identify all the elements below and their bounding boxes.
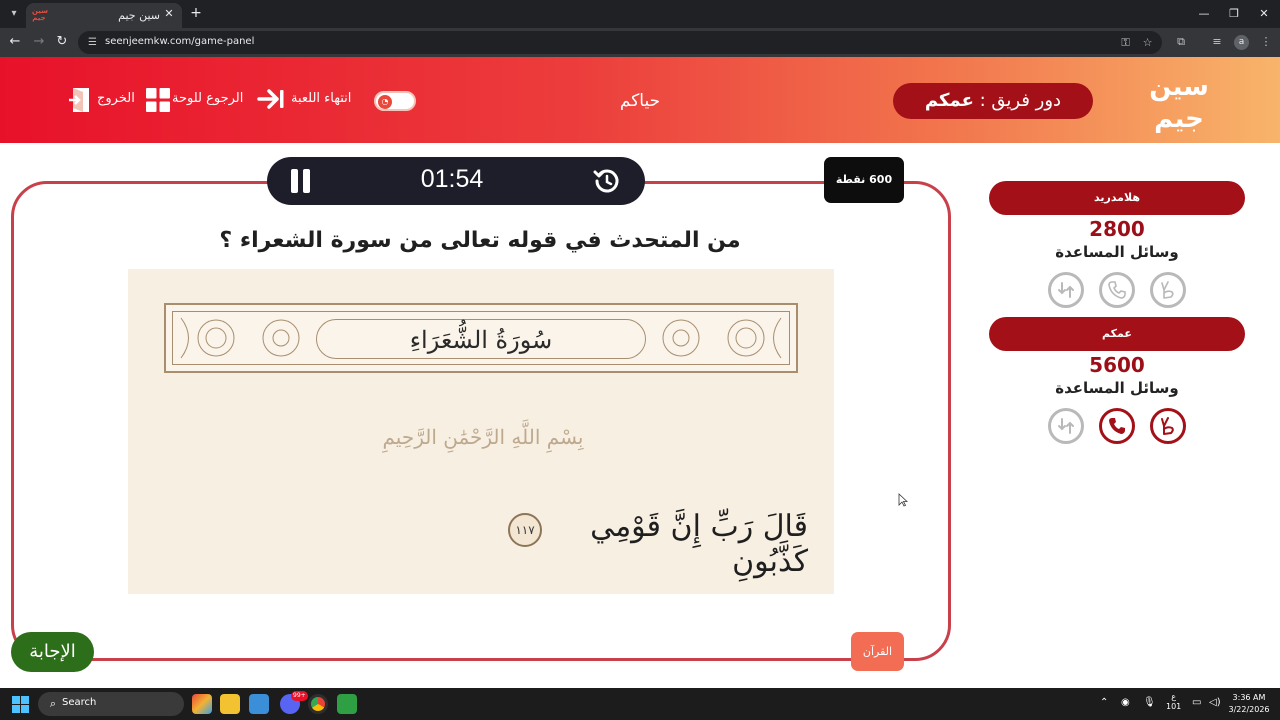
site-info-icon[interactable]: ☰ <box>86 36 99 49</box>
window-close-icon[interactable]: ✕ <box>1254 5 1274 23</box>
tab-search-icon[interactable]: ▾ <box>6 6 22 22</box>
end-game-toggle[interactable]: ◔ <box>374 91 416 111</box>
discord-badge: 99+ <box>291 691 308 701</box>
terminal-app-icon[interactable] <box>337 694 357 714</box>
help-tools-label: وسائل المساعدة <box>1055 243 1179 261</box>
exit-door-icon[interactable] <box>69 87 93 113</box>
two-fingers-icon[interactable] <box>1150 272 1186 308</box>
question-points-badge: 600 نقطة <box>824 157 904 203</box>
password-key-icon[interactable]: ⚿ <box>1118 35 1133 50</box>
phone-friend-icon[interactable] <box>1099 272 1135 308</box>
weather-widget[interactable]: ع 101 <box>1166 692 1181 712</box>
search-placeholder: Search <box>62 697 97 708</box>
team-score[interactable]: 2800 <box>989 217 1245 241</box>
browser-toolbar: ← → ↻ ☰ seenjeemkw.com/game-panel ⚿ ☆ ⧉ … <box>0 28 1280 57</box>
ornament-right-icon <box>662 317 782 359</box>
surah-banner: سُورَةُ الشُّعَرَاءِ <box>164 303 798 373</box>
back-icon[interactable]: ← <box>6 33 24 51</box>
team-name-pill: عمكم <box>989 317 1245 351</box>
browser-tab[interactable]: سين جيم سين جيم ✕ <box>26 3 182 28</box>
mouse-cursor-icon <box>898 493 908 507</box>
restore-icon[interactable]: ❐ <box>1224 5 1244 23</box>
help-tools-label: وسائل المساعدة <box>1055 379 1179 397</box>
weather-value: 101 <box>1166 702 1182 711</box>
extensions-icon[interactable]: ⧉ <box>1173 34 1189 50</box>
arrow-to-line-icon[interactable] <box>257 88 285 110</box>
back-to-board-label[interactable]: الرجوع للوحة <box>172 86 243 112</box>
category-tag: القرآن <box>851 632 904 671</box>
two-fingers-icon[interactable] <box>1150 408 1186 444</box>
seenjeem-favicon-icon: سين جيم <box>32 7 49 22</box>
microsoft-store-icon[interactable] <box>249 694 269 714</box>
volume-icon[interactable]: ◁) <box>1209 697 1221 708</box>
end-game-label[interactable]: انتهاء اللعبة <box>291 86 351 112</box>
tab-title: سين جيم <box>118 9 160 22</box>
question-text: من المتحدث في قوله تعالى من سورة الشعراء… <box>219 228 741 253</box>
grid-board-icon[interactable] <box>146 88 170 112</box>
swap-question-icon[interactable] <box>1048 272 1084 308</box>
reset-timer-icon[interactable] <box>593 167 621 195</box>
clock-time: 3:36 AM <box>1232 693 1266 702</box>
phone-friend-icon[interactable] <box>1099 408 1135 444</box>
timer-bar: 01:54 <box>267 157 645 205</box>
swap-question-icon[interactable] <box>1048 408 1084 444</box>
basmala-text: بِسْمِ اللَّهِ الرَّحْمَٰنِ الرَّحِيمِ <box>382 425 584 449</box>
minimize-icon[interactable]: — <box>1194 5 1214 23</box>
team-score[interactable]: 5600 <box>989 353 1245 377</box>
svg-text:جيم: جيم <box>1154 104 1204 133</box>
tray-sync-icon[interactable]: ◉ <box>1121 697 1130 708</box>
browser-tabbar: ▾ سين جيم سين جيم ✕ + — ❐ ✕ <box>0 0 1280 28</box>
taskbar-search[interactable]: ⌕ Search <box>38 692 184 716</box>
new-tab-icon[interactable]: + <box>188 5 204 21</box>
microphone-icon[interactable]: 🎙 <box>1143 697 1156 708</box>
svg-text:سين: سين <box>1149 72 1209 102</box>
pause-icon[interactable] <box>291 169 311 193</box>
verse-text: قَالَ رَبِّ إِنَّ قَوْمِي كَذَّبُونِ <box>590 509 808 579</box>
surah-name: سُورَةُ الشُّعَرَاءِ <box>316 319 646 359</box>
clock-date: 3/22/2026 <box>1228 705 1270 714</box>
profile-avatar[interactable]: a <box>1234 35 1249 50</box>
bookmark-star-icon[interactable]: ☆ <box>1140 35 1155 50</box>
tab-close-icon[interactable]: ✕ <box>162 7 176 21</box>
tray-overflow-icon[interactable]: ⌃ <box>1100 697 1108 708</box>
address-bar[interactable]: ☰ seenjeemkw.com/game-panel ⚿ ☆ <box>78 31 1162 54</box>
current-turn-pill: دور فريق : عمكم <box>893 83 1093 119</box>
toggle-knob-icon: ◔ <box>378 95 392 109</box>
turn-prefix: دور فريق : <box>979 90 1062 111</box>
widgets-app-icon[interactable] <box>192 694 212 714</box>
forward-icon[interactable]: → <box>30 33 48 51</box>
game-header: سين جيم دور فريق : عمكم حياكم ◔ انتهاء ا… <box>0 57 1280 143</box>
system-clock[interactable]: 3:36 AM 3/22/2026 <box>1224 692 1274 716</box>
windows-taskbar: ⌕ Search 99+ ⌃ ◉ 🎙 ع 101 ▭ ◁) 3:36 AM 3/2… <box>0 688 1280 720</box>
windows-start-icon[interactable] <box>12 696 29 713</box>
chrome-app-icon[interactable] <box>308 694 328 714</box>
turn-team-name: عمكم <box>924 90 974 111</box>
team-name-pill: هلامدريد <box>989 181 1245 215</box>
reload-icon[interactable]: ↻ <box>53 33 71 51</box>
show-answer-button[interactable]: الإجابة <box>11 632 94 672</box>
quran-verse-image: سُورَةُ الشُّعَرَاءِ بِسْمِ اللَّهِ الرَ… <box>128 269 834 594</box>
file-explorer-icon[interactable] <box>220 694 240 714</box>
seenjeem-logo: سين جيم <box>1149 72 1209 133</box>
ornament-left-icon <box>180 317 300 359</box>
search-icon: ⌕ <box>49 697 57 710</box>
welcome-text: حياكم <box>619 91 661 111</box>
display-icon[interactable]: ▭ <box>1192 697 1201 708</box>
timer-display: 01:54 <box>420 165 484 193</box>
url-text[interactable]: seenjeemkw.com/game-panel <box>105 36 254 47</box>
browser-menu-icon[interactable]: ⋮ <box>1258 34 1274 50</box>
reading-list-icon[interactable]: ≡ <box>1209 34 1225 50</box>
exit-label[interactable]: الخروج <box>97 86 135 112</box>
